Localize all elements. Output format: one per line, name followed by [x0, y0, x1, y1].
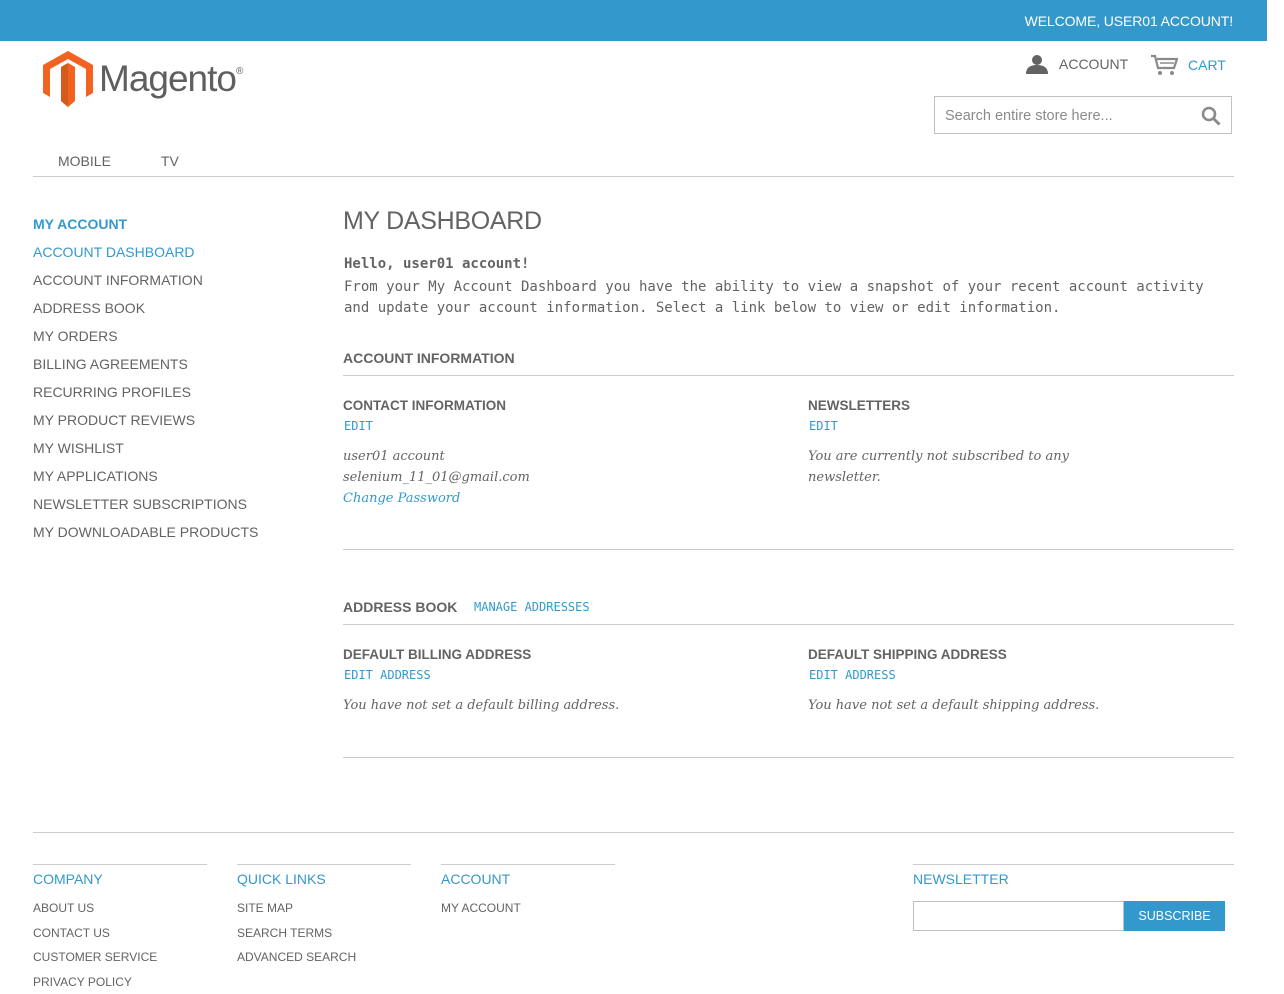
sidebar-item-product-reviews[interactable]: MY PRODUCT REVIEWS: [33, 406, 258, 434]
footer-quick-links: QUICK LINKS SITE MAP SEARCH TERMS ADVANC…: [237, 864, 411, 970]
account-information-title: ACCOUNT INFORMATION: [343, 350, 515, 366]
footer-account-title: ACCOUNT: [441, 871, 615, 887]
sidebar-item-newsletter-subscriptions[interactable]: NEWSLETTER SUBSCRIPTIONS: [33, 490, 258, 518]
cart-link[interactable]: CART: [1150, 54, 1226, 76]
nav-item-tv[interactable]: TV: [161, 153, 179, 169]
sidebar-item-wishlist[interactable]: MY WISHLIST: [33, 434, 258, 462]
contact-information-title: CONTACT INFORMATION: [343, 398, 506, 413]
nav-item-mobile[interactable]: MOBILE: [58, 153, 111, 169]
dashboard-intro: From your My Account Dashboard you have …: [344, 277, 1234, 319]
footer-link-customer-service[interactable]: CUSTOMER SERVICE: [33, 945, 207, 970]
newsletters-title: NEWSLETTERS: [808, 398, 910, 413]
contact-edit-link[interactable]: EDIT: [344, 419, 373, 433]
magento-logo-icon: [43, 51, 93, 107]
change-password-link[interactable]: Change Password: [343, 488, 460, 509]
address-book-divider: [343, 624, 1234, 625]
billing-address-title: DEFAULT BILLING ADDRESS: [343, 647, 531, 662]
footer-divider: [33, 832, 1234, 833]
account-sidebar: MY ACCOUNT ACCOUNT DASHBOARD ACCOUNT INF…: [33, 210, 258, 546]
sidebar-item-my-orders[interactable]: MY ORDERS: [33, 322, 258, 350]
footer-link-site-map[interactable]: SITE MAP: [237, 896, 411, 921]
shipping-address-title: DEFAULT SHIPPING ADDRESS: [808, 647, 1007, 662]
search-icon: [1201, 106, 1221, 126]
billing-address-text: You have not set a default billing addre…: [343, 695, 619, 716]
sidebar-item-account-information[interactable]: ACCOUNT INFORMATION: [33, 266, 258, 294]
sidebar-item-downloadable-products[interactable]: MY DOWNLOADABLE PRODUCTS: [33, 518, 258, 546]
contact-email: selenium_11_01@gmail.com: [343, 467, 530, 488]
footer-link-contact-us[interactable]: CONTACT US: [33, 921, 207, 946]
address-book-title: ADDRESS BOOK: [343, 599, 457, 615]
search-box: [934, 96, 1232, 134]
sidebar-item-account-dashboard[interactable]: ACCOUNT DASHBOARD: [33, 238, 258, 266]
cart-label: CART: [1188, 57, 1226, 73]
top-welcome-bar: WELCOME, USER01 ACCOUNT!: [0, 0, 1267, 41]
sidebar-item-billing-agreements[interactable]: BILLING AGREEMENTS: [33, 350, 258, 378]
page-title: MY DASHBOARD: [343, 207, 542, 236]
logo-wordmark: Magento®: [99, 58, 242, 100]
hello-message: Hello, user01 account!: [344, 256, 529, 272]
shipping-address-text: You have not set a default shipping addr…: [808, 695, 1099, 716]
account-label: ACCOUNT: [1059, 56, 1128, 72]
main-nav: MOBILE TV: [58, 153, 179, 169]
manage-addresses-link[interactable]: MANAGE ADDRESSES: [474, 600, 590, 614]
address-book-bottom-divider: [343, 757, 1234, 758]
footer-company-line: [33, 864, 207, 865]
sidebar-item-recurring-profiles[interactable]: RECURRING PROFILES: [33, 378, 258, 406]
shipping-edit-address-link[interactable]: EDIT ADDRESS: [809, 668, 896, 682]
billing-edit-address-link[interactable]: EDIT ADDRESS: [344, 668, 431, 682]
search-input[interactable]: [943, 97, 1197, 135]
search-button[interactable]: [1201, 106, 1221, 131]
newsletter-email-input[interactable]: [913, 901, 1124, 931]
footer-account-line: [441, 864, 615, 865]
welcome-message: WELCOME, USER01 ACCOUNT!: [1025, 13, 1233, 29]
account-icon: [1025, 54, 1049, 74]
account-link[interactable]: ACCOUNT: [1025, 54, 1128, 74]
newsletters-edit-link[interactable]: EDIT: [809, 419, 838, 433]
account-info-bottom-divider: [343, 549, 1234, 550]
footer-quick-links-title: QUICK LINKS: [237, 871, 411, 887]
footer-quick-links-line: [237, 864, 411, 865]
footer-company: COMPANY ABOUT US CONTACT US CUSTOMER SER…: [33, 864, 207, 994]
footer-newsletter: NEWSLETTER SUBSCRIBE: [913, 864, 1234, 887]
footer-account: ACCOUNT MY ACCOUNT: [441, 864, 615, 921]
store-logo[interactable]: Magento®: [43, 51, 242, 107]
sidebar-item-applications[interactable]: MY APPLICATIONS: [33, 462, 258, 490]
footer-link-my-account[interactable]: MY ACCOUNT: [441, 896, 615, 921]
account-information-divider: [343, 375, 1234, 376]
footer-newsletter-title: NEWSLETTER: [913, 871, 1234, 887]
cart-icon: [1150, 54, 1178, 76]
footer-newsletter-line: [913, 864, 1234, 865]
newsletters-status: You are currently not subscribed to any …: [808, 446, 1078, 488]
footer-link-search-terms[interactable]: SEARCH TERMS: [237, 921, 411, 946]
sidebar-item-address-book[interactable]: ADDRESS BOOK: [33, 294, 258, 322]
nav-divider: [33, 176, 1234, 177]
sidebar-title: MY ACCOUNT: [33, 210, 258, 238]
footer-link-advanced-search[interactable]: ADVANCED SEARCH: [237, 945, 411, 970]
subscribe-button[interactable]: SUBSCRIBE: [1124, 901, 1225, 931]
contact-name: user01 account: [343, 446, 445, 467]
footer-company-title: COMPANY: [33, 871, 207, 887]
footer-link-privacy-policy[interactable]: PRIVACY POLICY: [33, 970, 207, 994]
footer-link-about-us[interactable]: ABOUT US: [33, 896, 207, 921]
